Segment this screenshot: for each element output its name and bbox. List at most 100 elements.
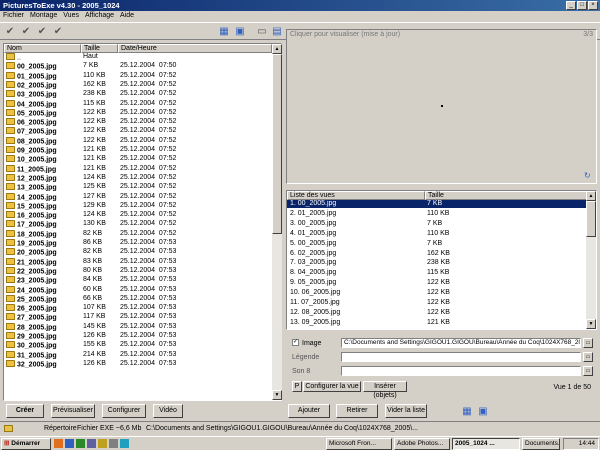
file-row[interactable]: 17_2005.jpg 130 KB 25.12.2004 07:52 — [4, 220, 272, 229]
slide-row[interactable]: 1. 00_2005.jpg 7 KB — [287, 200, 586, 209]
scroll-down-arrow-icon[interactable]: ▼ — [272, 390, 282, 400]
slide-row[interactable]: 13. 09_2005.jpg 121 KB — [287, 319, 586, 327]
preview-pane[interactable]: Cliquer pour visualiser (mise à jour) 3/… — [286, 29, 597, 184]
slide-row[interactable]: 4. 01_2005.jpg 110 KB — [287, 230, 586, 238]
slide-row[interactable]: 7. 03_2005.jpg 238 KB — [287, 259, 586, 267]
remove-icon[interactable]: ✔ — [35, 24, 49, 38]
menu-vues[interactable]: Vues — [60, 11, 82, 21]
file-list[interactable]: Nom Taille Date/Heure .. Haut 00_2005.jpg 7… — [3, 43, 282, 401]
empty-list-button[interactable]: Vider la liste — [385, 404, 427, 418]
browse-sound-icon[interactable]: ▭ — [583, 366, 593, 376]
file-row[interactable]: 16_2005.jpg 124 KB 25.12.2004 07:52 — [4, 211, 272, 220]
slide-thumb-view-icon[interactable]: ▣ — [476, 404, 490, 418]
invert-icon[interactable]: ✔ — [51, 24, 65, 38]
add-button[interactable]: Ajouter — [288, 404, 330, 418]
image-checkbox[interactable]: ✓ — [292, 339, 299, 346]
scroll-up-arrow-icon[interactable]: ▲ — [272, 44, 282, 54]
slide-row[interactable]: 10. 06_2005.jpg 122 KB — [287, 289, 586, 297]
slide-list-view-icon[interactable]: ▦ — [460, 404, 474, 418]
menu-affichage[interactable]: Affichage — [82, 11, 117, 21]
close-button[interactable]: × — [588, 1, 598, 10]
image-path-field[interactable]: C:\Documents and Settings\GIGOU1.GIGOU\B… — [341, 338, 581, 348]
slide-row[interactable]: 12. 08_2005.jpg 122 KB — [287, 309, 586, 317]
refresh-icon[interactable]: ↻ — [584, 172, 593, 180]
file-row[interactable]: 08_2005.jpg 122 KB 25.12.2004 07:52 — [4, 136, 272, 145]
file-row[interactable]: 30_2005.jpg 155 KB 25.12.2004 07:53 — [4, 341, 272, 350]
col-taille[interactable]: Taille — [81, 44, 118, 53]
configure-view-button[interactable]: Configurer la vue — [303, 381, 361, 392]
file-row[interactable]: 20_2005.jpg 82 KB 25.12.2004 07:53 — [4, 248, 272, 257]
task-photoshop[interactable]: Adobe Photos... — [394, 438, 450, 450]
quicklaunch-app-icon[interactable] — [54, 439, 63, 448]
task-documents[interactable]: Documents... — [522, 438, 560, 450]
file-row[interactable]: .. Haut — [4, 53, 272, 62]
menu-montage[interactable]: Montage — [27, 11, 60, 21]
slide-row[interactable]: 11. 07_2005.jpg 122 KB — [287, 299, 586, 307]
window-title-bar[interactable]: PicturesToExe v4.30 - 2005_1024 — [0, 0, 600, 11]
file-row[interactable]: 05_2005.jpg 122 KB 25.12.2004 07:52 — [4, 108, 272, 117]
file-row[interactable]: 07_2005.jpg 122 KB 25.12.2004 07:52 — [4, 127, 272, 136]
col-date[interactable]: Date/Heure — [118, 44, 272, 53]
slide-row[interactable]: 9. 05_2005.jpg 122 KB — [287, 279, 586, 287]
file-row[interactable]: 29_2005.jpg 126 KB 25.12.2004 07:53 — [4, 332, 272, 341]
file-row[interactable]: 13_2005.jpg 125 KB 25.12.2004 07:52 — [4, 183, 272, 192]
file-row[interactable]: 02_2005.jpg 162 KB 25.12.2004 07:52 — [4, 80, 272, 89]
quicklaunch-web-icon[interactable] — [120, 439, 129, 448]
video-button[interactable]: Vidéo — [153, 404, 183, 418]
file-row[interactable]: 14_2005.jpg 127 KB 25.12.2004 07:52 — [4, 192, 272, 201]
slide-scroll-up-icon[interactable]: ▲ — [586, 191, 596, 201]
file-row[interactable]: 00_2005.jpg 7 KB 25.12.2004 07:50 — [4, 62, 272, 71]
file-row[interactable]: 01_2005.jpg 110 KB 25.12.2004 07:52 — [4, 71, 272, 80]
col-nom[interactable]: Nom — [4, 44, 81, 53]
slide-row[interactable]: 3. 00_2005.jpg 7 KB — [287, 220, 586, 228]
create-button[interactable]: Créer — [6, 404, 44, 418]
drive-icon[interactable]: ▭ — [255, 24, 269, 38]
file-row[interactable]: 10_2005.jpg 121 KB 25.12.2004 07:52 — [4, 155, 272, 164]
slide-list-scrollbar[interactable]: ▲ ▼ — [586, 191, 596, 329]
list-view-icon[interactable]: ▦ — [217, 24, 231, 38]
sound-field[interactable] — [341, 366, 581, 376]
slide-scroll-down-icon[interactable]: ▼ — [586, 319, 596, 329]
quicklaunch-ie-icon[interactable] — [65, 439, 74, 448]
add-all-icon[interactable]: ✔ — [3, 24, 17, 38]
menu-aide[interactable]: Aide — [117, 11, 137, 21]
add-selected-icon[interactable]: ✔ — [19, 24, 33, 38]
preview-button[interactable]: Prévisualiser — [51, 404, 95, 418]
file-row[interactable]: 06_2005.jpg 122 KB 25.12.2004 07:52 — [4, 118, 272, 127]
slide-row[interactable]: 2. 01_2005.jpg 110 KB — [287, 210, 586, 218]
slide-row[interactable]: 8. 04_2005.jpg 115 KB — [287, 269, 586, 277]
legend-font-icon[interactable]: ▭ — [583, 352, 593, 362]
thumbnail-view-icon[interactable]: ▣ — [233, 24, 247, 38]
file-row[interactable]: 04_2005.jpg 115 KB 25.12.2004 07:52 — [4, 99, 272, 108]
col-slide-taille[interactable]: Taille — [425, 191, 587, 200]
file-row[interactable]: 31_2005.jpg 214 KB 25.12.2004 07:53 — [4, 350, 272, 359]
start-button[interactable]: ⊞ Démarrer — [1, 438, 51, 450]
scroll-thumb[interactable] — [272, 54, 282, 234]
file-row[interactable]: 28_2005.jpg 145 KB 25.12.2004 07:53 — [4, 322, 272, 331]
quicklaunch-folder-icon[interactable] — [98, 439, 107, 448]
file-row[interactable]: 23_2005.jpg 84 KB 25.12.2004 07:53 — [4, 276, 272, 285]
file-list-scrollbar[interactable]: ▲ ▼ — [272, 44, 282, 400]
quicklaunch-media-icon[interactable] — [87, 439, 96, 448]
file-row[interactable]: 19_2005.jpg 86 KB 25.12.2004 07:53 — [4, 239, 272, 248]
file-row[interactable]: 25_2005.jpg 66 KB 25.12.2004 07:53 — [4, 294, 272, 303]
legend-field[interactable] — [341, 352, 581, 362]
file-row[interactable]: 21_2005.jpg 83 KB 25.12.2004 07:53 — [4, 257, 272, 266]
maximize-button[interactable]: □ — [577, 1, 587, 10]
slide-list[interactable]: Liste des vues Taille 1. 00_2005.jpg 7 KB… — [286, 190, 597, 330]
file-row[interactable]: 03_2005.jpg 238 KB 25.12.2004 07:52 — [4, 90, 272, 99]
minimize-button[interactable]: _ — [566, 1, 576, 10]
quicklaunch-desktop-icon[interactable] — [76, 439, 85, 448]
configure-button[interactable]: Configurer — [102, 404, 146, 418]
file-row[interactable]: 09_2005.jpg 121 KB 25.12.2004 07:52 — [4, 146, 272, 155]
slide-row[interactable]: 5. 00_2005.jpg 7 KB — [287, 240, 586, 248]
file-row[interactable]: 15_2005.jpg 129 KB 25.12.2004 07:52 — [4, 201, 272, 210]
file-row[interactable]: 11_2005.jpg 121 KB 25.12.2004 07:52 — [4, 164, 272, 173]
quicklaunch-tool-icon[interactable] — [109, 439, 118, 448]
file-row[interactable]: 26_2005.jpg 107 KB 25.12.2004 07:53 — [4, 304, 272, 313]
file-row[interactable]: 32_2005.jpg 126 KB 25.12.2004 07:53 — [4, 359, 272, 368]
col-liste-des-vues[interactable]: Liste des vues — [287, 191, 425, 200]
file-row[interactable]: 18_2005.jpg 82 KB 25.12.2004 07:52 — [4, 229, 272, 238]
menu-fichier[interactable]: Fichier — [0, 11, 27, 21]
task-frontpage[interactable]: Microsoft Fron... — [326, 438, 392, 450]
